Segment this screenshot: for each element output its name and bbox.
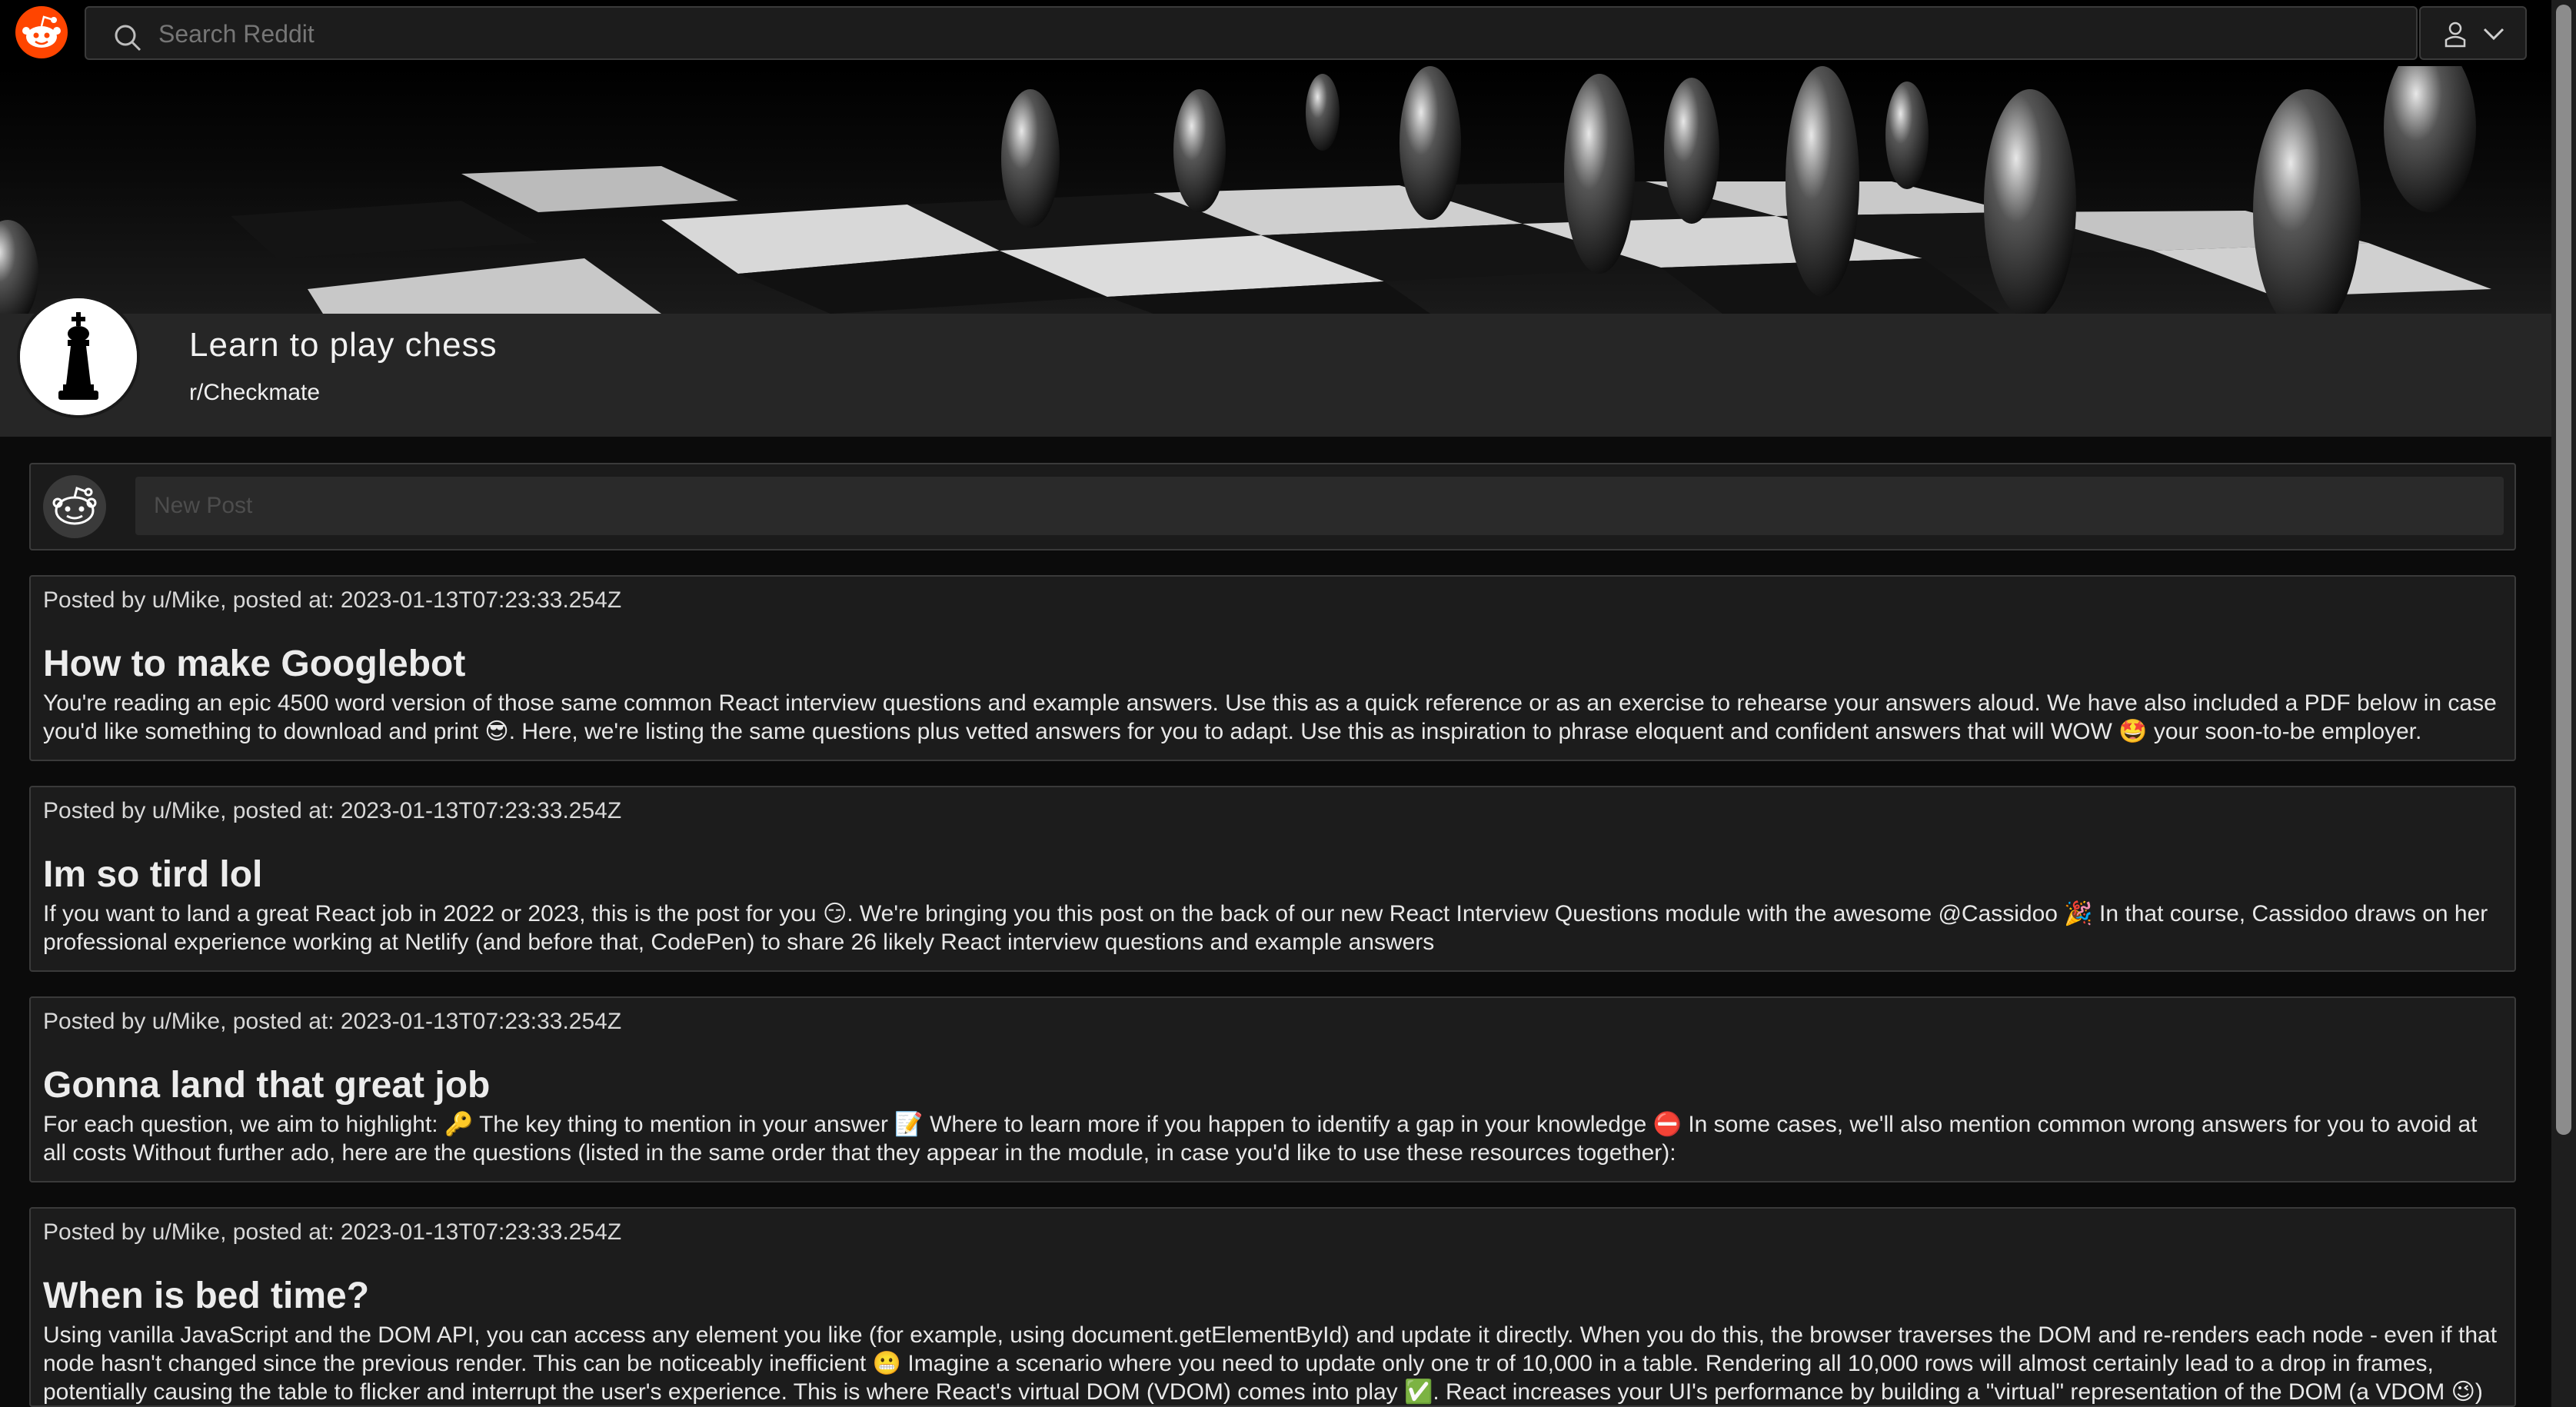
- reddit-snoo-icon: [43, 475, 106, 538]
- post-body: If you want to land a great React job in…: [43, 901, 2488, 955]
- user-menu-button[interactable]: [2419, 6, 2527, 60]
- reddit-logo-icon[interactable]: [15, 6, 68, 58]
- create-post-bar: [29, 463, 2516, 550]
- post-card[interactable]: Posted by u/Mike, posted at: 2023-01-13T…: [29, 786, 2516, 972]
- post-title[interactable]: How to make Googlebot: [43, 643, 465, 685]
- search-icon: [115, 25, 141, 52]
- scrollbar-thumb[interactable]: [2556, 5, 2571, 1135]
- post-card[interactable]: Posted by u/Mike, posted at: 2023-01-13T…: [29, 1207, 2516, 1407]
- search-input[interactable]: [157, 14, 2390, 54]
- page-scrollbar[interactable]: [2551, 0, 2576, 1407]
- user-icon: [2445, 22, 2466, 48]
- post-title[interactable]: Gonna land that great job: [43, 1064, 490, 1106]
- post-card[interactable]: Posted by u/Mike, posted at: 2023-01-13T…: [29, 996, 2516, 1182]
- post-body: Using vanilla JavaScript and the DOM API…: [43, 1322, 2498, 1405]
- search-bar[interactable]: [85, 6, 2418, 60]
- post-body: For each question, we aim to highlight: …: [43, 1112, 2478, 1166]
- post-meta: Posted by u/Mike, posted at: 2023-01-13T…: [43, 1009, 622, 1034]
- top-bar: [0, 0, 2551, 66]
- post-meta: Posted by u/Mike, posted at: 2023-01-13T…: [43, 587, 622, 613]
- post-card[interactable]: Posted by u/Mike, posted at: 2023-01-13T…: [29, 575, 2516, 761]
- new-post-input[interactable]: [135, 477, 2504, 535]
- post-title[interactable]: When is bed time?: [43, 1275, 369, 1317]
- post-title[interactable]: Im so tird lol: [43, 853, 262, 896]
- post-meta: Posted by u/Mike, posted at: 2023-01-13T…: [43, 798, 622, 823]
- community-name[interactable]: r/Checkmate: [189, 380, 320, 406]
- post-meta: Posted by u/Mike, posted at: 2023-01-13T…: [43, 1219, 622, 1245]
- community-title: Learn to play chess: [189, 326, 498, 364]
- community-banner: [0, 66, 2551, 314]
- chevron-down-icon: [2483, 28, 2504, 41]
- chess-king-icon: [17, 295, 140, 418]
- community-header: Learn to play chess r/Checkmate: [0, 295, 2551, 437]
- post-body: You're reading an epic 4500 word version…: [43, 690, 2497, 744]
